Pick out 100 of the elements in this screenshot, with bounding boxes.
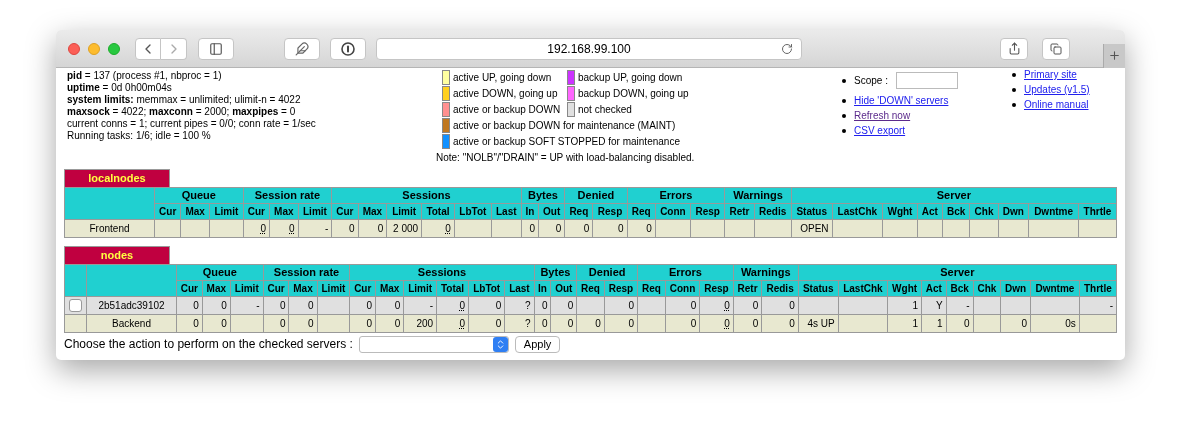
table-cell — [637, 314, 666, 333]
column-header: Max — [358, 203, 387, 220]
table-cell — [1000, 296, 1031, 315]
column-header: Limit — [209, 203, 244, 220]
column-header: LastChk — [832, 203, 883, 220]
table-cell: - — [1079, 296, 1117, 315]
share-icon — [1007, 42, 1021, 55]
table-cell: ? — [504, 314, 535, 333]
table-cell: 0 — [733, 314, 762, 333]
column-group-header: Denied — [564, 187, 628, 204]
address-bar[interactable]: 192.168.99.100 — [376, 37, 802, 60]
column-header: Act — [917, 203, 943, 220]
column-header: Limit — [386, 203, 422, 220]
row-checkbox[interactable] — [69, 299, 82, 313]
column-header: Max — [375, 280, 404, 297]
table-cell: 0 — [349, 314, 376, 333]
table-cell: 0 — [550, 296, 577, 315]
legend-label: backup UP, going down — [578, 70, 683, 85]
table-cell: 0 — [665, 296, 700, 315]
table-cell — [973, 314, 1001, 333]
column-group-header: Session rate — [243, 187, 332, 204]
table-cell — [942, 219, 970, 238]
table-cell: 0 — [375, 296, 404, 315]
column-header: Chk — [970, 203, 999, 220]
forward-button[interactable] — [161, 37, 187, 60]
column-header: Limit — [230, 280, 264, 297]
column-group-header: Warnings — [733, 264, 799, 281]
column-header: In — [521, 203, 539, 220]
column-header: Retr — [724, 203, 755, 220]
plus-icon — [1108, 49, 1121, 62]
column-header: LbTot — [454, 203, 492, 220]
bullet-icon — [1012, 102, 1016, 107]
table-cell: 0 — [1000, 314, 1031, 333]
table-cell: 0 — [576, 314, 605, 333]
column-header: Last — [491, 203, 522, 220]
table-cell: 0 — [521, 219, 539, 238]
column-header: Conn — [665, 280, 700, 297]
link[interactable]: CSV export — [854, 123, 906, 138]
column-header: Act — [921, 280, 947, 297]
scope-field[interactable] — [895, 72, 958, 89]
minimize-window-icon[interactable] — [88, 42, 100, 55]
legend-label: not checked — [578, 102, 632, 117]
column-header: Req — [576, 280, 605, 297]
column-header: Redis — [761, 280, 799, 297]
table-cell — [317, 296, 350, 315]
table-cell: 0 — [288, 296, 318, 315]
column-group-header: Errors — [637, 264, 734, 281]
table-cell: 0 — [564, 219, 593, 238]
new-tab-button[interactable] — [1103, 43, 1125, 68]
table-cell: 0 — [761, 314, 799, 333]
table-cell: 2b51adc39102 — [86, 296, 177, 315]
table-cell: 0 — [946, 314, 974, 333]
stats-line: Running tasks: 1/6; idle = 100 % — [67, 130, 212, 142]
back-button[interactable] — [135, 37, 161, 60]
bullet-icon — [842, 128, 846, 133]
table-cell: - — [298, 219, 332, 238]
link[interactable]: Hide 'DOWN' servers — [854, 93, 949, 108]
extension-button[interactable] — [284, 37, 320, 60]
stats-line: maxsock = 4022; maxconn = 2000; maxpipes = 0 — [67, 106, 297, 118]
maximize-window-icon[interactable] — [108, 42, 120, 55]
table-cell — [838, 314, 888, 333]
table-cell: 1 — [887, 314, 922, 333]
link[interactable]: Primary site — [1024, 68, 1077, 82]
table-cell — [576, 296, 605, 315]
table-cell — [1079, 314, 1117, 333]
close-window-icon[interactable] — [68, 42, 80, 55]
table-cell: 0 — [288, 314, 318, 333]
column-header: Cur — [176, 280, 203, 297]
tabs-icon — [1050, 42, 1062, 55]
column-header: Out — [550, 280, 577, 297]
feather-icon — [295, 41, 309, 56]
tabs-button[interactable] — [1042, 37, 1070, 60]
reload-icon[interactable] — [781, 42, 793, 55]
sidebar-button[interactable] — [198, 37, 234, 60]
table-cell — [998, 219, 1029, 238]
column-header: Req — [627, 203, 656, 220]
column-group-header: Queue — [154, 187, 244, 204]
table-cell: 1 — [921, 314, 947, 333]
table-cell — [690, 219, 725, 238]
table-cell: 1 — [887, 296, 922, 315]
password-manager-button[interactable] — [330, 37, 366, 60]
table-title: nodes — [64, 246, 170, 264]
table-cell: 0 — [269, 219, 299, 238]
table-cell: 0 — [627, 219, 656, 238]
link[interactable]: Updates (v1.5) — [1024, 82, 1090, 97]
table-cell — [798, 296, 839, 315]
table-cell: 0 — [699, 314, 734, 333]
table-cell — [724, 219, 755, 238]
table-cell — [637, 296, 666, 315]
table-cell: 0 — [176, 314, 203, 333]
column-header: Cur — [154, 203, 181, 220]
share-button[interactable] — [1000, 37, 1028, 60]
column-group-header: Errors — [627, 187, 725, 204]
bullet-icon — [1012, 72, 1016, 77]
link[interactable]: Online manual — [1024, 97, 1089, 112]
action-select[interactable] — [358, 335, 509, 353]
column-header: Out — [538, 203, 565, 220]
apply-button[interactable]: Apply — [514, 335, 561, 353]
link[interactable]: Refresh now — [854, 108, 911, 123]
stats-line: current conns = 1; current pipes = 0/0; conn rate = 1/sec — [67, 118, 317, 130]
